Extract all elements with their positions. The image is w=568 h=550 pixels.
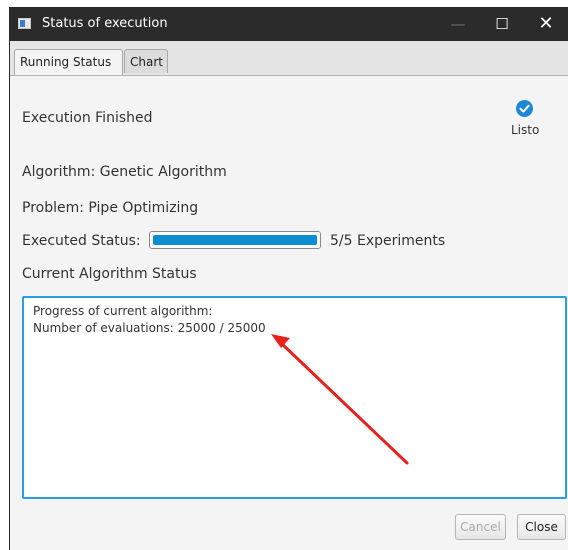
tab-chart[interactable]: Chart — [124, 49, 168, 73]
maximize-button[interactable]: ☐ — [480, 7, 524, 41]
status-badge-label: Listo — [511, 123, 540, 137]
close-button[interactable]: Close — [517, 514, 566, 540]
minimize-button[interactable]: — — [436, 7, 480, 41]
execution-status-label: Execution Finished — [22, 110, 153, 126]
title-bar[interactable]: Status of execution — ☐ ✕ — [10, 7, 568, 41]
current-status-heading: Current Algorithm Status — [22, 266, 197, 282]
check-circle-icon — [516, 100, 533, 117]
progress-fill — [153, 235, 317, 245]
window-title: Status of execution — [42, 16, 168, 31]
cancel-button[interactable]: Cancel — [455, 514, 506, 540]
experiments-count: 5/5 Experiments — [330, 233, 446, 249]
close-window-button[interactable]: ✕ — [524, 7, 568, 41]
status-line-evaluations: Number of evaluations: 25000 / 25000 — [33, 321, 266, 335]
status-window: Status of execution — ☐ ✕ Running Status… — [9, 7, 568, 550]
algorithm-label: Algorithm: Genetic Algorithm — [22, 164, 227, 180]
tab-running-status[interactable]: Running Status — [14, 49, 123, 75]
executed-status-label: Executed Status: — [22, 233, 141, 249]
app-icon — [18, 18, 31, 29]
status-line-progress: Progress of current algorithm: — [33, 304, 213, 318]
tab-bar: Running Status Chart — [10, 41, 568, 76]
algorithm-status-textarea[interactable]: Progress of current algorithm: Number of… — [22, 296, 567, 499]
problem-label: Problem: Pipe Optimizing — [22, 200, 199, 216]
experiments-progress-bar — [149, 231, 321, 249]
